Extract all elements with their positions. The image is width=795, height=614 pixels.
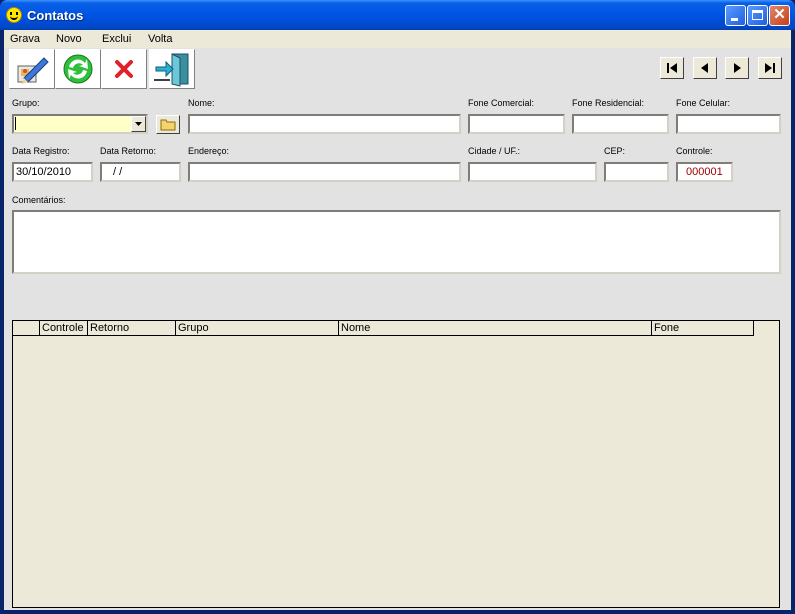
fone-residencial-label: Fone Residencial: bbox=[572, 98, 645, 108]
grid-column-nome[interactable]: Nome bbox=[338, 321, 651, 335]
refresh-icon bbox=[63, 54, 93, 84]
fone-celular-label: Fone Celular: bbox=[676, 98, 731, 108]
text-cursor bbox=[15, 117, 16, 130]
exit-button[interactable] bbox=[149, 49, 195, 89]
grid-column-retorno[interactable]: Retorno bbox=[87, 321, 175, 335]
grid-indicator-column[interactable] bbox=[13, 321, 39, 335]
first-record-icon bbox=[667, 63, 677, 73]
chevron-down-icon bbox=[135, 122, 142, 126]
menu-grava[interactable]: Grava bbox=[10, 33, 40, 45]
delete-icon bbox=[115, 60, 133, 78]
nome-field[interactable] bbox=[188, 114, 461, 134]
fone-celular-field[interactable] bbox=[676, 114, 781, 134]
minimize-icon bbox=[731, 18, 738, 21]
grupo-combobox[interactable] bbox=[12, 114, 148, 134]
menu-novo[interactable]: Novo bbox=[56, 33, 82, 45]
maximize-icon bbox=[752, 10, 763, 20]
cep-field[interactable] bbox=[604, 162, 669, 182]
comentarios-label: Comentários: bbox=[12, 195, 66, 205]
window-title: Contatos bbox=[27, 8, 84, 23]
edit-button[interactable] bbox=[9, 49, 55, 89]
controle-field: 000001 bbox=[676, 162, 733, 182]
endereco-label: Endereço: bbox=[188, 146, 230, 156]
previous-record-button[interactable] bbox=[693, 57, 717, 79]
edit-icon bbox=[17, 57, 49, 84]
refresh-button[interactable] bbox=[55, 49, 101, 89]
last-record-button[interactable] bbox=[758, 57, 782, 79]
form-area: Grupo: Nome: Fone Comercial: Fone Reside… bbox=[4, 92, 791, 610]
data-retorno-field[interactable]: / / bbox=[100, 162, 181, 182]
minimize-button[interactable] bbox=[725, 5, 746, 26]
next-record-button[interactable] bbox=[725, 57, 749, 79]
previous-record-icon bbox=[701, 63, 708, 73]
grid-column-fone[interactable]: Fone bbox=[651, 321, 753, 335]
title-bar[interactable]: Contatos ✕ bbox=[0, 0, 795, 30]
delete-button[interactable] bbox=[101, 49, 147, 89]
data-registro-label: Data Registro: bbox=[12, 146, 70, 156]
menu-exclui[interactable]: Exclui bbox=[102, 33, 131, 45]
smiley-icon bbox=[6, 7, 22, 23]
data-registro-field[interactable]: 30/10/2010 bbox=[12, 162, 93, 182]
data-retorno-label: Data Retorno: bbox=[100, 146, 157, 156]
grupo-label: Grupo: bbox=[12, 98, 40, 108]
first-record-button[interactable] bbox=[660, 57, 684, 79]
window-client: Grava Novo Exclui Volta Grupo: Nome: Fon… bbox=[4, 30, 791, 610]
fone-residencial-field[interactable] bbox=[572, 114, 669, 134]
cidade-uf-label: Cidade / UF.: bbox=[468, 146, 521, 156]
cidade-uf-field[interactable] bbox=[468, 162, 597, 182]
fone-comercial-field[interactable] bbox=[468, 114, 565, 134]
folder-icon bbox=[160, 119, 176, 131]
fone-comercial-label: Fone Comercial: bbox=[468, 98, 535, 108]
grid-header: Controle Retorno Grupo Nome Fone bbox=[13, 321, 754, 336]
exit-icon bbox=[154, 53, 189, 87]
cep-label: CEP: bbox=[604, 146, 626, 156]
endereco-field[interactable] bbox=[188, 162, 461, 182]
menu-bar: Grava Novo Exclui Volta bbox=[4, 30, 791, 48]
next-record-icon bbox=[734, 63, 741, 73]
dropdown-arrow-button[interactable] bbox=[131, 116, 146, 132]
close-icon: ✕ bbox=[773, 6, 786, 23]
contacts-grid[interactable]: Controle Retorno Grupo Nome Fone bbox=[12, 320, 780, 608]
menu-volta[interactable]: Volta bbox=[148, 33, 172, 45]
last-record-icon bbox=[765, 63, 775, 73]
controle-label: Controle: bbox=[676, 146, 713, 156]
browse-grupo-button[interactable] bbox=[156, 115, 180, 134]
toolbar bbox=[4, 48, 791, 92]
contatos-window: Contatos ✕ Grava Novo Exclui Volta Grupo… bbox=[0, 0, 795, 614]
nome-label: Nome: bbox=[188, 98, 215, 108]
grid-column-grupo[interactable]: Grupo bbox=[175, 321, 338, 335]
maximize-button[interactable] bbox=[747, 5, 768, 26]
comentarios-textarea[interactable] bbox=[12, 210, 781, 274]
close-button[interactable]: ✕ bbox=[769, 5, 790, 26]
grid-column-controle[interactable]: Controle bbox=[39, 321, 87, 335]
